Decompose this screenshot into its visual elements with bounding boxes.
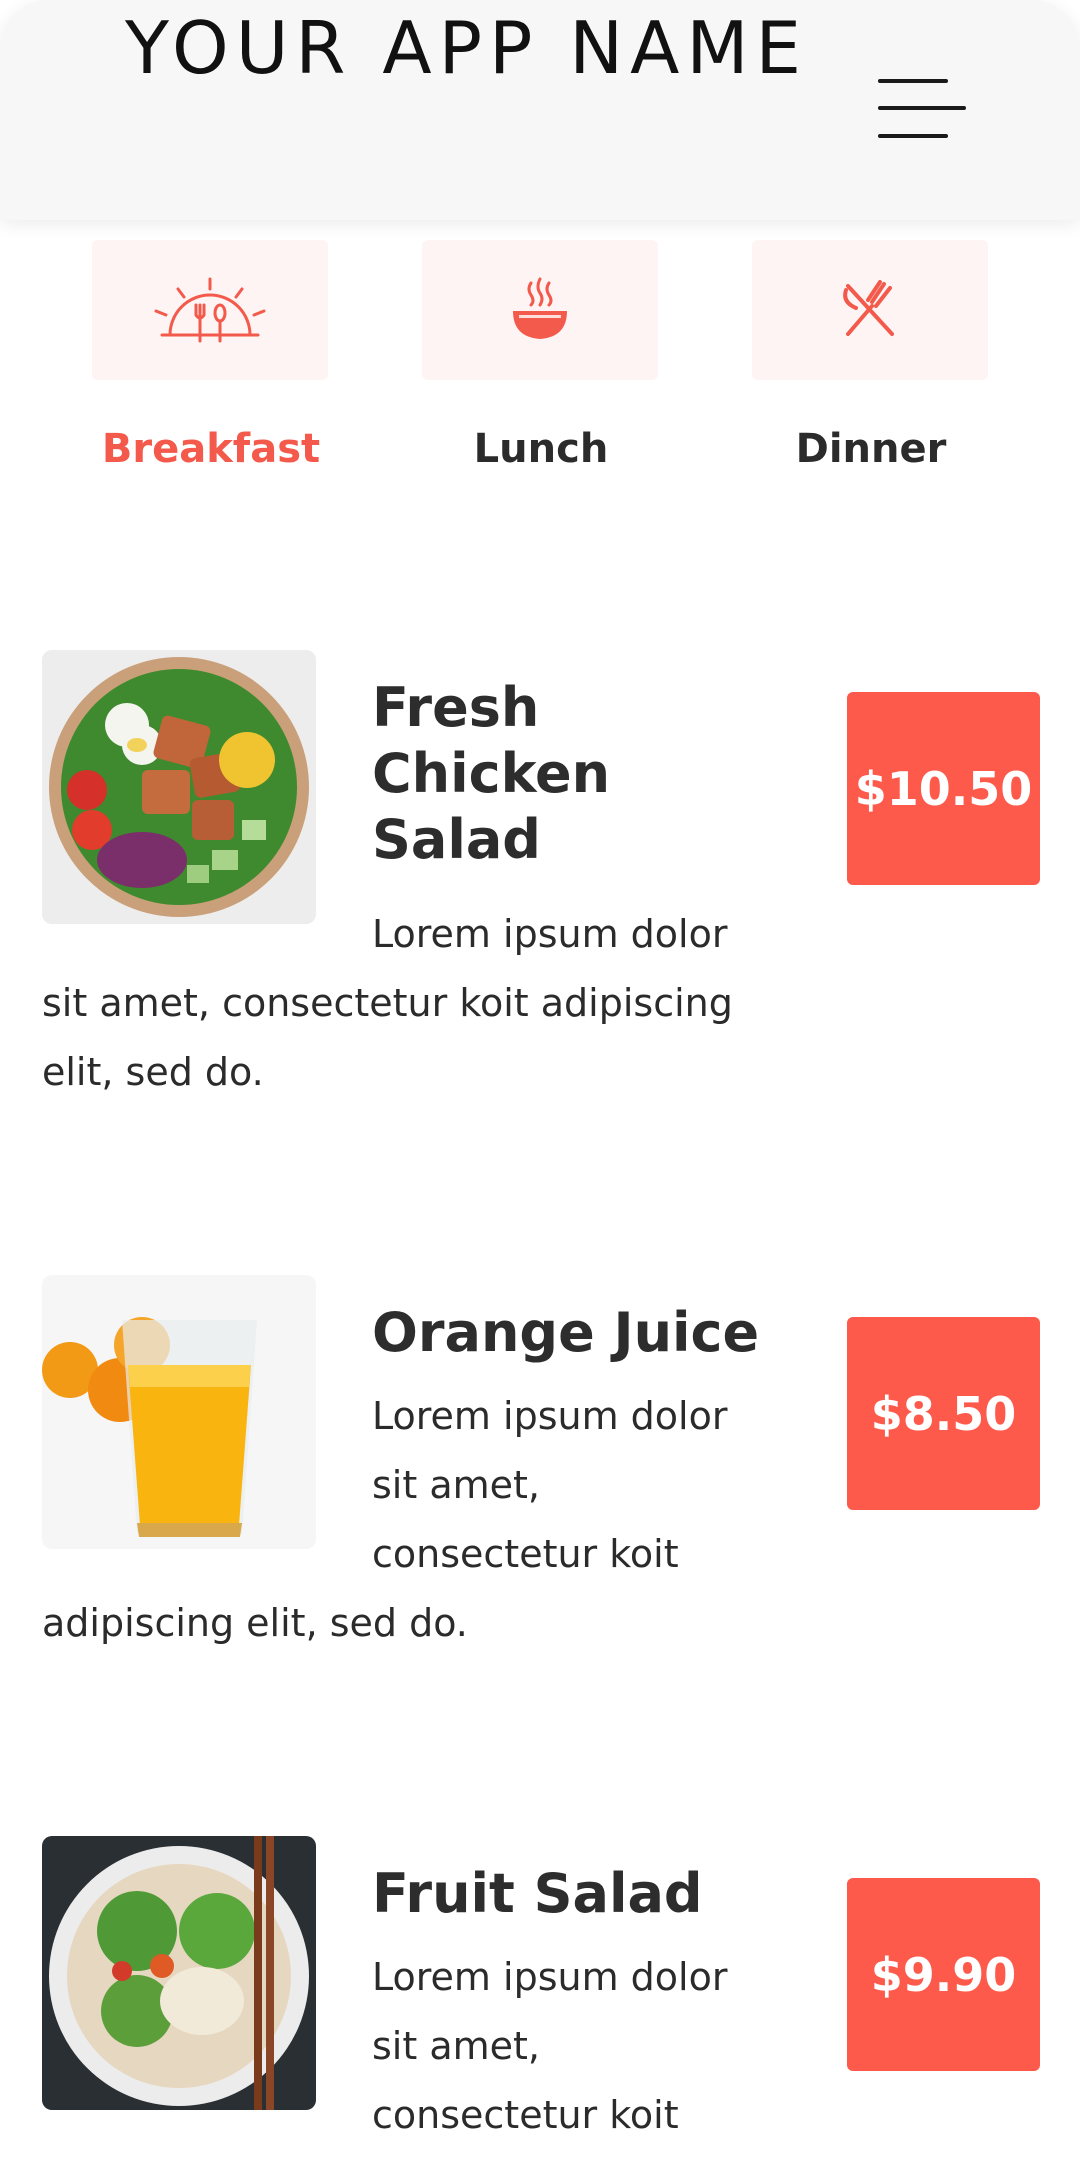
fork-knife-icon bbox=[843, 280, 894, 336]
item-description-line: Lorem ipsum dolor bbox=[372, 1955, 728, 1999]
item-name: Orange Juice bbox=[372, 1301, 760, 1364]
tab-label: Breakfast bbox=[101, 426, 321, 472]
item-name: Fruit Salad bbox=[372, 1862, 703, 1925]
item-description-line: sit amet, bbox=[372, 1463, 540, 1507]
sunrise-cutlery-icon bbox=[154, 277, 266, 343]
item-description-line: Lorem ipsum dolor bbox=[372, 1394, 728, 1438]
app-title: YOUR APP NAME bbox=[125, 6, 809, 90]
app-header: YOUR APP NAME bbox=[0, 0, 1080, 220]
price-button[interactable]: $10.50 bbox=[847, 692, 1040, 885]
tab-dinner[interactable]: Dinner bbox=[752, 240, 990, 472]
price-button[interactable]: $8.50 bbox=[847, 1317, 1040, 1510]
steaming-bowl-icon bbox=[513, 277, 567, 339]
tab-label: Dinner bbox=[795, 426, 947, 472]
item-description-line: consectetur koit bbox=[372, 1532, 679, 1576]
item-description-line: adipiscing elit, sed do. bbox=[42, 1601, 468, 1645]
tab-lunch[interactable]: Lunch bbox=[422, 240, 660, 472]
tab-breakfast[interactable]: Breakfast bbox=[92, 240, 330, 472]
item-description-line: sit amet, bbox=[372, 2024, 540, 2068]
tab-breakfast-icon-box bbox=[92, 240, 328, 380]
item-description: Lorem ipsum dolor sit amet, consectetur … bbox=[42, 912, 733, 1094]
tab-dinner-icon-box bbox=[752, 240, 988, 380]
item-description-line: consectetur koit bbox=[372, 2093, 679, 2137]
price-button[interactable]: $9.90 bbox=[847, 1878, 1040, 2071]
hamburger-menu-icon[interactable] bbox=[878, 76, 970, 142]
item-name: Fresh Chicken Salad bbox=[372, 676, 611, 871]
chicken-salad-bowl-image bbox=[42, 650, 316, 924]
orange-juice-glass-image bbox=[42, 1275, 316, 1549]
tab-lunch-icon-box bbox=[422, 240, 658, 380]
noodle-salad-bowl-image bbox=[42, 1836, 316, 2110]
tab-label: Lunch bbox=[473, 426, 609, 472]
